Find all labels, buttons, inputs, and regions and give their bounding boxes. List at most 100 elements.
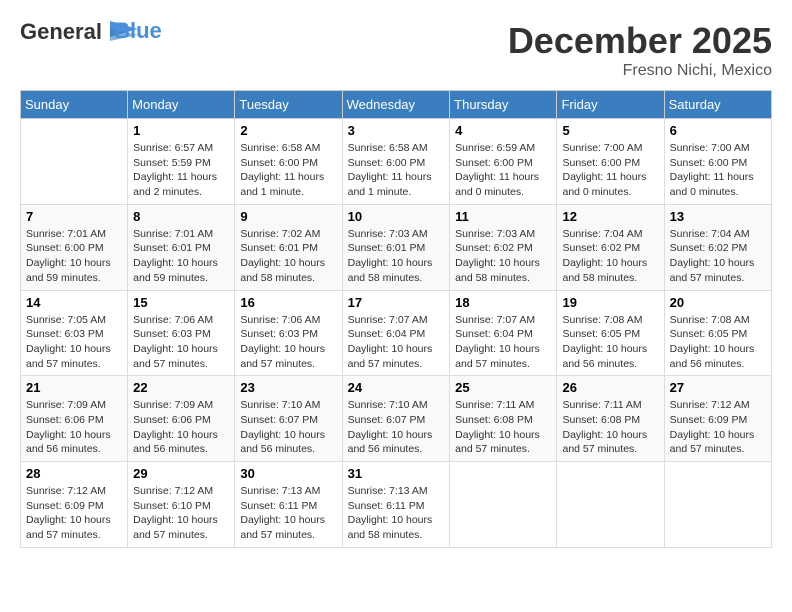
- weekday-friday: Friday: [557, 91, 664, 119]
- day-cell: 13 Sunrise: 7:04 AM Sunset: 6:02 PM Dayli…: [664, 204, 771, 290]
- day-number: 20: [670, 295, 766, 310]
- day-info: Sunrise: 7:05 AM Sunset: 6:03 PM Dayligh…: [26, 313, 122, 372]
- day-cell: [557, 462, 664, 548]
- day-cell: [21, 119, 128, 205]
- day-number: 1: [133, 123, 229, 138]
- day-number: 13: [670, 209, 766, 224]
- day-number: 12: [562, 209, 658, 224]
- day-info: Sunrise: 7:11 AM Sunset: 6:08 PM Dayligh…: [562, 398, 658, 457]
- day-cell: 10 Sunrise: 7:03 AM Sunset: 6:01 PM Dayli…: [342, 204, 450, 290]
- week-row-4: 21 Sunrise: 7:09 AM Sunset: 6:06 PM Dayli…: [21, 376, 772, 462]
- day-cell: 18Sunrise: 7:07 AM Sunset: 6:04 PM Dayli…: [450, 290, 557, 376]
- day-info: Sunrise: 7:09 AM Sunset: 6:06 PM Dayligh…: [133, 398, 229, 457]
- logo-line1: General: [20, 19, 102, 44]
- day-cell: 23Sunrise: 7:10 AM Sunset: 6:07 PM Dayli…: [235, 376, 342, 462]
- day-info: Sunrise: 7:07 AM Sunset: 6:04 PM Dayligh…: [455, 313, 551, 372]
- day-info: Sunrise: 6:58 AM Sunset: 6:00 PM Dayligh…: [348, 141, 445, 200]
- day-number: 22: [133, 380, 229, 395]
- day-number: 25: [455, 380, 551, 395]
- day-info: Sunrise: 7:12 AM Sunset: 6:09 PM Dayligh…: [26, 484, 122, 543]
- day-number: 10: [348, 209, 445, 224]
- day-info: Sunrise: 7:10 AM Sunset: 6:07 PM Dayligh…: [348, 398, 445, 457]
- day-cell: 22 Sunrise: 7:09 AM Sunset: 6:06 PM Dayli…: [128, 376, 235, 462]
- day-cell: 8 Sunrise: 7:01 AM Sunset: 6:01 PM Daylig…: [128, 204, 235, 290]
- day-number: 30: [240, 466, 336, 481]
- day-number: 27: [670, 380, 766, 395]
- day-cell: 2 Sunrise: 6:58 AM Sunset: 6:00 PM Daylig…: [235, 119, 342, 205]
- day-info: Sunrise: 7:12 AM Sunset: 6:10 PM Dayligh…: [133, 484, 229, 543]
- day-info: Sunrise: 7:06 AM Sunset: 6:03 PM Dayligh…: [240, 313, 336, 372]
- day-number: 6: [670, 123, 766, 138]
- calendar-body: 1Sunrise: 6:57 AM Sunset: 5:59 PM Daylig…: [21, 119, 772, 548]
- day-number: 23: [240, 380, 336, 395]
- day-info: Sunrise: 6:58 AM Sunset: 6:00 PM Dayligh…: [240, 141, 336, 200]
- day-info: Sunrise: 7:01 AM Sunset: 6:01 PM Dayligh…: [133, 227, 229, 286]
- day-info: Sunrise: 7:13 AM Sunset: 6:11 PM Dayligh…: [240, 484, 336, 543]
- title-block: December 2025 Fresno Nichi, Mexico: [508, 20, 772, 80]
- month-title: December 2025: [508, 20, 772, 62]
- day-cell: 16 Sunrise: 7:06 AM Sunset: 6:03 PM Dayli…: [235, 290, 342, 376]
- day-info: Sunrise: 7:09 AM Sunset: 6:06 PM Dayligh…: [26, 398, 122, 457]
- weekday-monday: Monday: [128, 91, 235, 119]
- weekday-thursday: Thursday: [450, 91, 557, 119]
- day-number: 19: [562, 295, 658, 310]
- day-number: 3: [348, 123, 445, 138]
- day-info: Sunrise: 7:12 AM Sunset: 6:09 PM Dayligh…: [670, 398, 766, 457]
- day-cell: 11 Sunrise: 7:03 AM Sunset: 6:02 PM Dayli…: [450, 204, 557, 290]
- day-info: Sunrise: 7:02 AM Sunset: 6:01 PM Dayligh…: [240, 227, 336, 286]
- day-cell: 7 Sunrise: 7:01 AM Sunset: 6:00 PM Daylig…: [21, 204, 128, 290]
- day-number: 11: [455, 209, 551, 224]
- day-cell: [450, 462, 557, 548]
- day-info: Sunrise: 7:03 AM Sunset: 6:02 PM Dayligh…: [455, 227, 551, 286]
- day-info: Sunrise: 7:07 AM Sunset: 6:04 PM Dayligh…: [348, 313, 445, 372]
- day-info: Sunrise: 7:04 AM Sunset: 6:02 PM Dayligh…: [562, 227, 658, 286]
- week-row-2: 7 Sunrise: 7:01 AM Sunset: 6:00 PM Daylig…: [21, 204, 772, 290]
- week-row-5: 28 Sunrise: 7:12 AM Sunset: 6:09 PM Dayli…: [21, 462, 772, 548]
- day-number: 16: [240, 295, 336, 310]
- day-cell: 1Sunrise: 6:57 AM Sunset: 5:59 PM Daylig…: [128, 119, 235, 205]
- day-cell: 31Sunrise: 7:13 AM Sunset: 6:11 PM Dayli…: [342, 462, 450, 548]
- page-header: General Blue December 2025 Fresno Nichi,…: [20, 20, 772, 80]
- day-cell: 21 Sunrise: 7:09 AM Sunset: 6:06 PM Dayli…: [21, 376, 128, 462]
- logo: General Blue: [20, 20, 162, 45]
- day-number: 17: [348, 295, 445, 310]
- logo-line2: Blue: [114, 18, 162, 43]
- day-number: 14: [26, 295, 122, 310]
- day-cell: 19 Sunrise: 7:08 AM Sunset: 6:05 PM Dayli…: [557, 290, 664, 376]
- day-cell: 5 Sunrise: 7:00 AM Sunset: 6:00 PM Daylig…: [557, 119, 664, 205]
- day-cell: 4Sunrise: 6:59 AM Sunset: 6:00 PM Daylig…: [450, 119, 557, 205]
- day-info: Sunrise: 7:11 AM Sunset: 6:08 PM Dayligh…: [455, 398, 551, 457]
- day-number: 5: [562, 123, 658, 138]
- day-number: 2: [240, 123, 336, 138]
- day-number: 21: [26, 380, 122, 395]
- day-number: 7: [26, 209, 122, 224]
- day-info: Sunrise: 7:01 AM Sunset: 6:00 PM Dayligh…: [26, 227, 122, 286]
- day-number: 28: [26, 466, 122, 481]
- day-cell: 27 Sunrise: 7:12 AM Sunset: 6:09 PM Dayli…: [664, 376, 771, 462]
- day-cell: 30 Sunrise: 7:13 AM Sunset: 6:11 PM Dayli…: [235, 462, 342, 548]
- day-cell: 24 Sunrise: 7:10 AM Sunset: 6:07 PM Dayli…: [342, 376, 450, 462]
- weekday-tuesday: Tuesday: [235, 91, 342, 119]
- day-info: Sunrise: 7:13 AM Sunset: 6:11 PM Dayligh…: [348, 484, 445, 543]
- calendar-table: SundayMondayTuesdayWednesdayThursdayFrid…: [20, 90, 772, 548]
- day-number: 26: [562, 380, 658, 395]
- day-info: Sunrise: 7:00 AM Sunset: 6:00 PM Dayligh…: [562, 141, 658, 200]
- day-number: 8: [133, 209, 229, 224]
- day-info: Sunrise: 7:08 AM Sunset: 6:05 PM Dayligh…: [562, 313, 658, 372]
- day-cell: 6 Sunrise: 7:00 AM Sunset: 6:00 PM Daylig…: [664, 119, 771, 205]
- day-cell: 20Sunrise: 7:08 AM Sunset: 6:05 PM Dayli…: [664, 290, 771, 376]
- day-cell: 26 Sunrise: 7:11 AM Sunset: 6:08 PM Dayli…: [557, 376, 664, 462]
- week-row-1: 1Sunrise: 6:57 AM Sunset: 5:59 PM Daylig…: [21, 119, 772, 205]
- day-info: Sunrise: 7:00 AM Sunset: 6:00 PM Dayligh…: [670, 141, 766, 200]
- day-cell: 15Sunrise: 7:06 AM Sunset: 6:03 PM Dayli…: [128, 290, 235, 376]
- day-cell: 12 Sunrise: 7:04 AM Sunset: 6:02 PM Dayli…: [557, 204, 664, 290]
- day-cell: 14 Sunrise: 7:05 AM Sunset: 6:03 PM Dayli…: [21, 290, 128, 376]
- day-number: 15: [133, 295, 229, 310]
- day-number: 24: [348, 380, 445, 395]
- day-info: Sunrise: 7:04 AM Sunset: 6:02 PM Dayligh…: [670, 227, 766, 286]
- day-cell: [664, 462, 771, 548]
- location: Fresno Nichi, Mexico: [508, 62, 772, 80]
- day-info: Sunrise: 6:59 AM Sunset: 6:00 PM Dayligh…: [455, 141, 551, 200]
- weekday-saturday: Saturday: [664, 91, 771, 119]
- day-info: Sunrise: 7:03 AM Sunset: 6:01 PM Dayligh…: [348, 227, 445, 286]
